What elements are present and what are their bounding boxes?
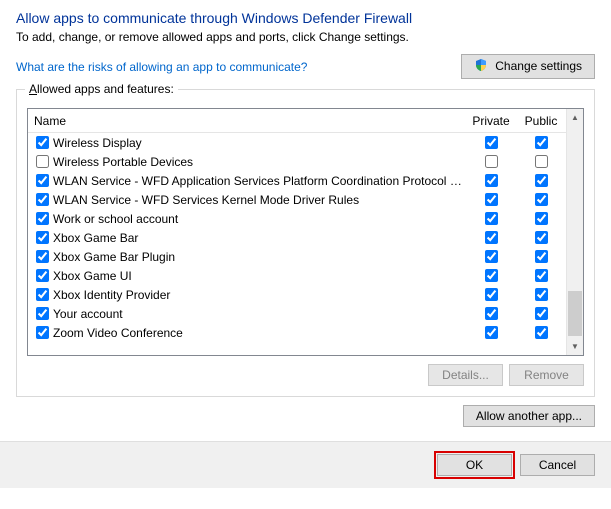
private-checkbox[interactable] [485,174,498,187]
app-name-label: Work or school account [53,212,466,226]
col-header-private[interactable]: Private [466,114,516,128]
list-item[interactable]: Zoom Video Conference [28,323,566,342]
public-checkbox[interactable] [535,307,548,320]
app-enabled-checkbox[interactable] [36,174,49,187]
app-enabled-checkbox[interactable] [36,212,49,225]
public-checkbox[interactable] [535,288,548,301]
app-enabled-checkbox[interactable] [36,307,49,320]
ok-button[interactable]: OK [437,454,512,476]
public-checkbox[interactable] [535,174,548,187]
list-item[interactable]: WLAN Service - WFD Services Kernel Mode … [28,190,566,209]
allowed-apps-group: Allowed apps and features: Name Private … [16,89,595,397]
group-label: Allowed apps and features: [25,82,178,96]
risks-link[interactable]: What are the risks of allowing an app to… [16,60,307,74]
col-header-public[interactable]: Public [516,114,566,128]
allow-another-app-button[interactable]: Allow another app... [463,405,595,427]
page-title: Allow apps to communicate through Window… [16,10,595,26]
public-checkbox[interactable] [535,193,548,206]
app-enabled-checkbox[interactable] [36,269,49,282]
list-header: Name Private Public [28,109,566,133]
list-item[interactable]: Xbox Game Bar [28,228,566,247]
app-name-label: WLAN Service - WFD Application Services … [53,174,466,188]
private-checkbox[interactable] [485,155,498,168]
list-item[interactable]: WLAN Service - WFD Application Services … [28,171,566,190]
app-enabled-checkbox[interactable] [36,155,49,168]
private-checkbox[interactable] [485,250,498,263]
app-name-label: Xbox Identity Provider [53,288,466,302]
private-checkbox[interactable] [485,288,498,301]
apps-list: Name Private Public Wireless Display Wire… [27,108,584,356]
list-item[interactable]: Xbox Identity Provider [28,285,566,304]
app-enabled-checkbox[interactable] [36,193,49,206]
list-item[interactable]: Wireless Display [28,133,566,152]
private-checkbox[interactable] [485,307,498,320]
page-subtitle: To add, change, or remove allowed apps a… [16,30,595,44]
remove-button[interactable]: Remove [509,364,584,386]
app-name-label: Zoom Video Conference [53,326,466,340]
scroll-thumb[interactable] [568,291,582,336]
public-checkbox[interactable] [535,269,548,282]
list-item[interactable]: Xbox Game UI [28,266,566,285]
app-enabled-checkbox[interactable] [36,136,49,149]
app-enabled-checkbox[interactable] [36,288,49,301]
scroll-down-icon[interactable]: ▼ [567,338,583,355]
public-checkbox[interactable] [535,250,548,263]
app-enabled-checkbox[interactable] [36,250,49,263]
shield-icon [474,58,488,75]
change-settings-label: Change settings [495,59,582,73]
app-name-label: Xbox Game Bar Plugin [53,250,466,264]
public-checkbox[interactable] [535,136,548,149]
public-checkbox[interactable] [535,326,548,339]
private-checkbox[interactable] [485,269,498,282]
private-checkbox[interactable] [485,193,498,206]
app-enabled-checkbox[interactable] [36,231,49,244]
scroll-up-icon[interactable]: ▲ [567,109,583,126]
private-checkbox[interactable] [485,231,498,244]
app-name-label: Your account [53,307,466,321]
public-checkbox[interactable] [535,231,548,244]
app-name-label: WLAN Service - WFD Services Kernel Mode … [53,193,466,207]
scroll-track[interactable] [567,126,583,338]
app-name-label: Xbox Game Bar [53,231,466,245]
app-enabled-checkbox[interactable] [36,326,49,339]
list-item[interactable]: Work or school account [28,209,566,228]
public-checkbox[interactable] [535,212,548,225]
dialog-footer: OK Cancel [0,441,611,488]
list-item[interactable]: Your account [28,304,566,323]
public-checkbox[interactable] [535,155,548,168]
app-name-label: Wireless Display [53,136,466,150]
app-name-label: Xbox Game UI [53,269,466,283]
details-button[interactable]: Details... [428,364,503,386]
private-checkbox[interactable] [485,326,498,339]
private-checkbox[interactable] [485,212,498,225]
cancel-button[interactable]: Cancel [520,454,595,476]
private-checkbox[interactable] [485,136,498,149]
app-name-label: Wireless Portable Devices [53,155,466,169]
col-header-name[interactable]: Name [28,114,466,128]
list-item[interactable]: Xbox Game Bar Plugin [28,247,566,266]
vertical-scrollbar[interactable]: ▲ ▼ [566,109,583,355]
change-settings-button[interactable]: Change settings [461,54,595,79]
list-item[interactable]: Wireless Portable Devices [28,152,566,171]
